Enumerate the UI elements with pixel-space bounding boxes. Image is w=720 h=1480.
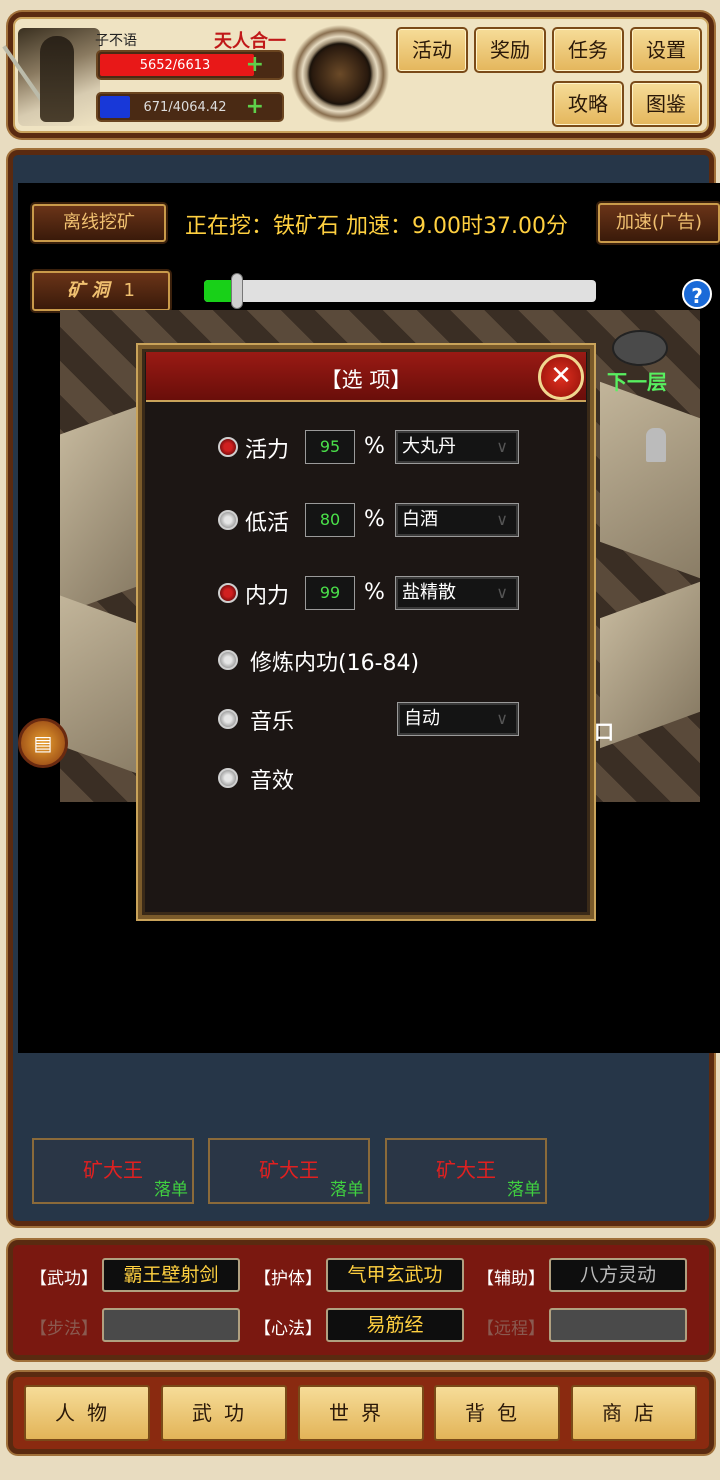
- option-label-sound-effects: 音效: [250, 769, 295, 794]
- skill-label-xinfa: 【心法】: [254, 1319, 322, 1339]
- player-avatar[interactable]: [2, 28, 100, 126]
- radio-low-vitality[interactable]: [218, 510, 238, 530]
- hp-add-button[interactable]: +: [246, 52, 264, 77]
- chat-icon[interactable]: ▤: [18, 718, 68, 768]
- radio-internal-energy[interactable]: [218, 583, 238, 603]
- percent-sign: %: [364, 507, 385, 532]
- mining-progress: [204, 273, 596, 309]
- progress-knob[interactable]: [231, 273, 243, 309]
- music-mode-select[interactable]: 自动 ∨: [397, 702, 519, 736]
- guide-button[interactable]: 攻略: [552, 81, 624, 127]
- low-vitality-threshold-input[interactable]: 80: [305, 503, 355, 537]
- activity-button[interactable]: 活动: [396, 27, 468, 73]
- nav-martial-arts[interactable]: 武功: [161, 1385, 287, 1441]
- nav-character[interactable]: 人物: [24, 1385, 150, 1441]
- dialog-title: 【选 项】: [320, 368, 412, 392]
- skill-slot-huti[interactable]: 气甲玄武功: [326, 1258, 464, 1292]
- next-floor-link[interactable]: 下一层: [607, 366, 667, 395]
- well-icon: [612, 330, 668, 366]
- select-value: 自动: [404, 708, 440, 729]
- hp-text: 5652/6613: [139, 58, 211, 73]
- task-button[interactable]: 任务: [552, 27, 624, 73]
- vitality-item-select[interactable]: 大丸丹 ∨: [395, 430, 519, 464]
- nav-world[interactable]: 世界: [298, 1385, 424, 1441]
- select-value: 大丸丹: [402, 436, 456, 457]
- vitality-threshold-input[interactable]: 95: [305, 430, 355, 464]
- hp-bar: 5652/6613 +: [96, 50, 284, 80]
- skill-slot-xinfa[interactable]: 易筋经: [326, 1308, 464, 1342]
- monster-slot[interactable]: 矿大王 落单: [208, 1138, 370, 1204]
- mp-add-button[interactable]: +: [246, 94, 264, 119]
- nav-shop[interactable]: 商店: [571, 1385, 697, 1441]
- cave-number: 1: [123, 280, 135, 301]
- option-label-vitality: 活力: [245, 438, 290, 463]
- option-label-music: 音乐: [250, 710, 295, 735]
- radio-music[interactable]: [218, 709, 238, 729]
- cave-label: 矿 洞: [66, 280, 110, 301]
- settings-button[interactable]: 设置: [630, 27, 702, 73]
- select-value: 白酒: [402, 509, 438, 530]
- cave-selector[interactable]: 矿 洞 1: [32, 271, 170, 311]
- monster-slot[interactable]: 矿大王 落单: [385, 1138, 547, 1204]
- map-floor-tile: [60, 595, 140, 775]
- chevron-down-icon: ∨: [496, 583, 508, 602]
- reward-button[interactable]: 奖励: [474, 27, 546, 73]
- percent-sign: %: [364, 434, 385, 459]
- skill-label-yuancheng: 【远程】: [477, 1319, 545, 1339]
- monster-tag: 落单: [330, 1180, 364, 1200]
- help-icon[interactable]: ?: [682, 279, 712, 309]
- mp-text: 671/4064.42: [143, 100, 227, 115]
- option-label-cultivate: 修炼内功(16-84): [250, 651, 420, 676]
- speedup-ad-button[interactable]: 加速(广告): [598, 203, 720, 243]
- skill-slot-fuzhu[interactable]: 八方灵动: [549, 1258, 687, 1292]
- chevron-down-icon: ∨: [496, 709, 508, 728]
- close-icon[interactable]: ✕: [538, 354, 584, 400]
- skill-label-huti: 【护体】: [254, 1269, 322, 1289]
- nav-backpack[interactable]: 背包: [434, 1385, 560, 1441]
- radio-cultivate[interactable]: [218, 650, 238, 670]
- radio-sound-effects[interactable]: [218, 768, 238, 788]
- mp-bar: 671/4064.42 +: [96, 92, 284, 122]
- offline-mining-button[interactable]: 离线挖矿: [32, 204, 166, 242]
- chevron-down-icon: ∨: [496, 437, 508, 456]
- internal-energy-threshold-input[interactable]: 99: [305, 576, 355, 610]
- select-value: 盐精散: [402, 582, 456, 603]
- option-label-internal-energy: 内力: [245, 584, 290, 609]
- skill-slot-yuancheng[interactable]: [549, 1308, 687, 1342]
- skill-slot-bufa[interactable]: [102, 1308, 240, 1342]
- exit-link[interactable]: 口: [594, 716, 614, 745]
- orb-icon[interactable]: [290, 22, 390, 126]
- internal-energy-item-select[interactable]: 盐精散 ∨: [395, 576, 519, 610]
- map-floor-tile: [60, 405, 140, 615]
- monster-slot[interactable]: 矿大王 落单: [32, 1138, 194, 1204]
- skill-label-wugong: 【武功】: [30, 1269, 98, 1289]
- player-name: 子不语: [95, 33, 137, 49]
- miner-sprite[interactable]: [646, 428, 666, 462]
- radio-vitality[interactable]: [218, 437, 238, 457]
- percent-sign: %: [364, 580, 385, 605]
- options-dialog: [138, 345, 594, 919]
- low-vitality-item-select[interactable]: 白酒 ∨: [395, 503, 519, 537]
- skill-label-bufa: 【步法】: [30, 1319, 98, 1339]
- codex-button[interactable]: 图鉴: [630, 81, 702, 127]
- chevron-down-icon: ∨: [496, 510, 508, 529]
- skill-label-fuzhu: 【辅助】: [477, 1269, 545, 1289]
- monster-tag: 落单: [507, 1180, 541, 1200]
- skill-slot-wugong[interactable]: 霸王壁射剑: [102, 1258, 240, 1292]
- mining-status: 正在挖：铁矿石 加速：9.00时37.00分: [185, 214, 568, 239]
- monster-tag: 落单: [154, 1180, 188, 1200]
- option-label-low-vitality: 低活: [245, 511, 290, 536]
